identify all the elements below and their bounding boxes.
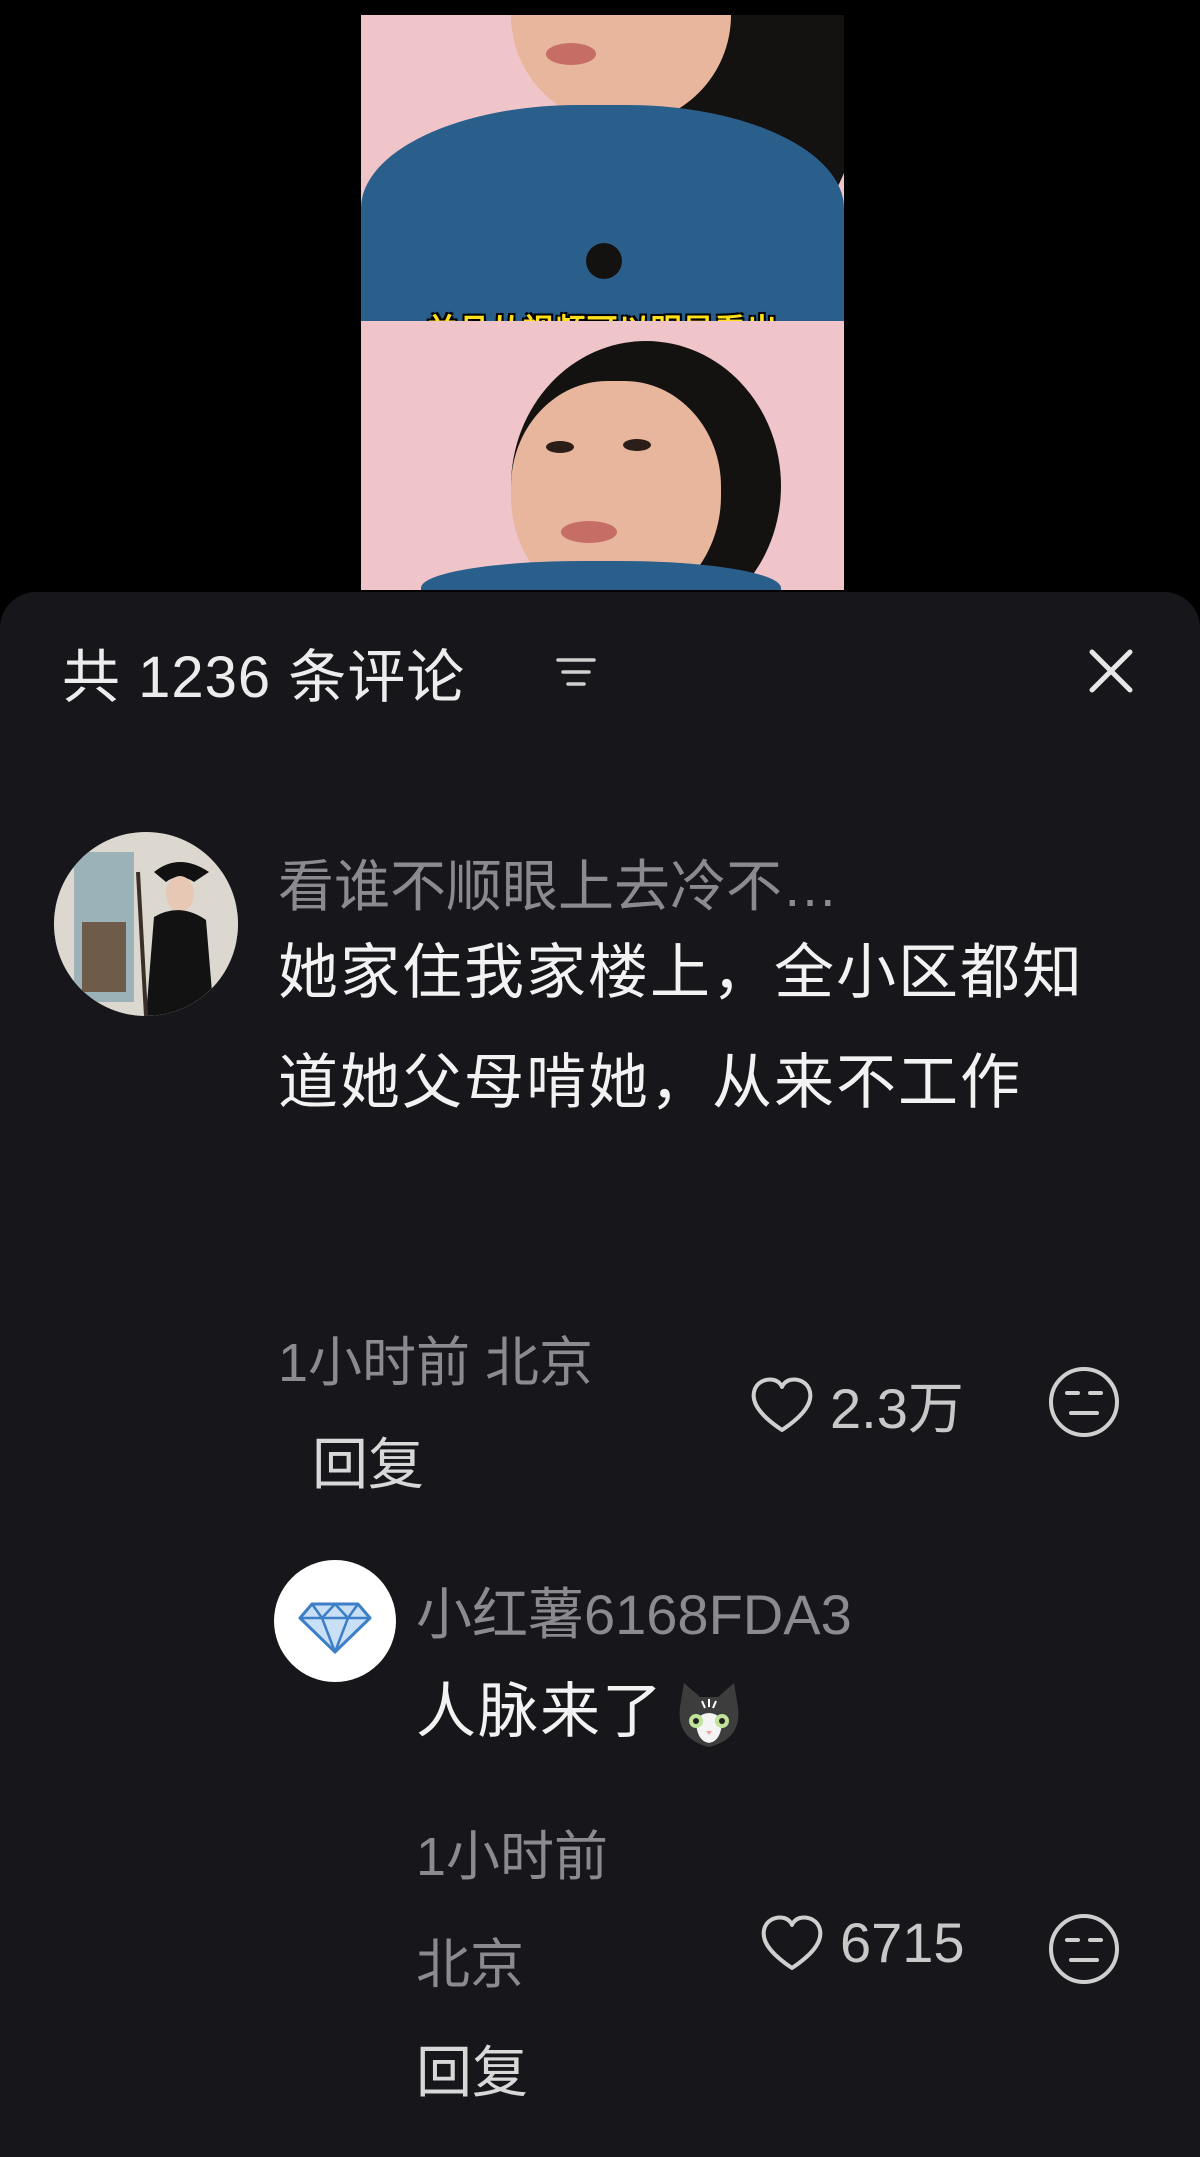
reply-reply-button[interactable]: 回复 [416,2028,528,2109]
avatar-illustration [54,832,238,1016]
filter-lines-icon[interactable] [556,654,596,690]
reply-like-button[interactable]: 6715 [758,1910,965,1975]
like-button[interactable]: 2.3万 [748,1364,964,1445]
reply-username[interactable]: 小红薯6168FDA3 [416,1570,852,1651]
avatar[interactable] [54,832,238,1016]
neutral-face-icon[interactable] [1047,1365,1121,1439]
heart-icon [751,1377,813,1432]
diamond-icon [298,1602,372,1654]
reply-text-row: 人脉来了 [416,1657,1116,1767]
video-frame-top [361,15,844,321]
video-preview[interactable]: 并且从视频可以明显看出 [361,15,844,590]
reply-text: 人脉来了 [416,1678,664,1745]
reply-time: 1小时前 [416,1827,609,1887]
reply-avatar[interactable] [274,1560,396,1682]
reply-button[interactable]: 回复 [312,1420,424,1501]
comments-count-title: 共 1236 条评论 [62,645,466,710]
comment-text: 她家住我家楼上，全小区都知道她父母啃她，从来不工作 [278,939,1084,1116]
neutral-face-icon[interactable] [1047,1912,1121,1986]
close-icon[interactable] [1086,646,1136,696]
reply-like-count: 6715 [840,1911,965,1974]
heart-icon [761,1915,823,1970]
reply-location: 北京 [416,1935,524,1995]
comments-panel: 共 1236 条评论 看谁不顺眼上去冷不… 她家住我家楼上，全小区都知道她父母啃… [0,592,1200,2157]
video-frame-bottom [361,321,844,590]
cat-face-icon [679,1683,739,1748]
comment-time-location: 1小时前 北京 [278,1333,594,1393]
like-count: 2.3万 [830,1377,964,1440]
comment-username[interactable]: 看谁不顺眼上去冷不… [278,842,838,923]
